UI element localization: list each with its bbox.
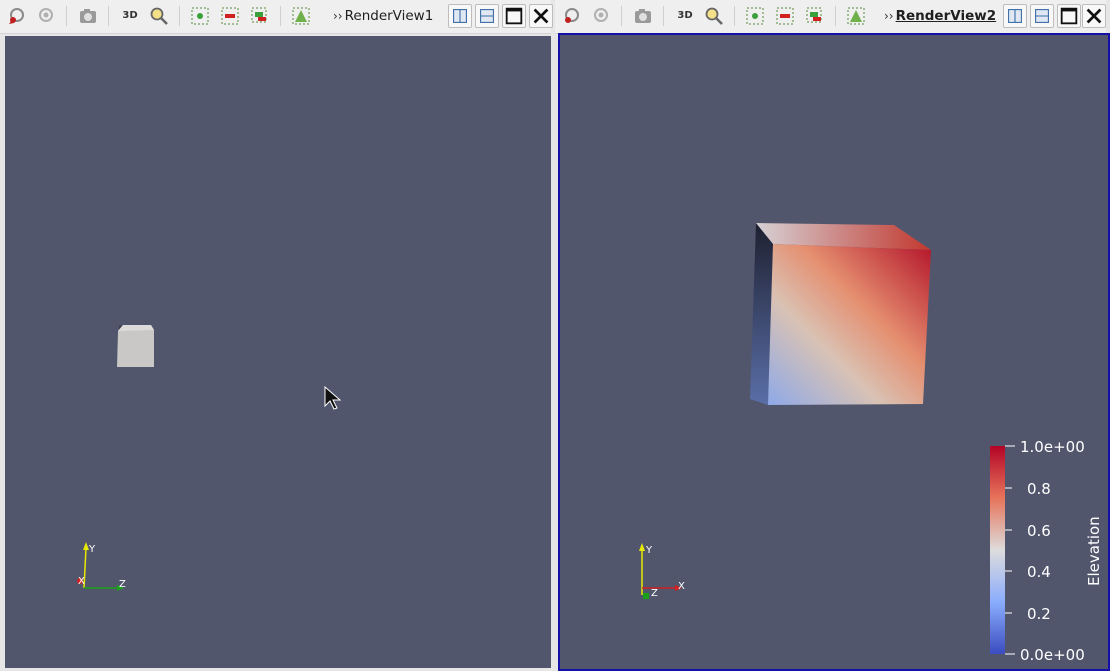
render-view-1-toolbar: 3D ›› RenderView1 — [0, 0, 553, 34]
chevron-icon: ›› — [333, 9, 343, 23]
orientation-axes: Y Z X — [639, 543, 685, 599]
split-vertical-button[interactable] — [475, 4, 499, 28]
orientation-axes: Y X Z — [77, 542, 126, 591]
toolbar-separator — [179, 6, 180, 26]
toggle-3d-button[interactable]: 3D — [673, 6, 697, 26]
capture-screenshot-icon[interactable] — [78, 6, 98, 26]
close-view-button[interactable] — [529, 4, 553, 28]
select-points-icon[interactable] — [745, 6, 765, 26]
render-view-1-canvas[interactable]: Y X Z — [5, 36, 551, 668]
colorbar-gradient — [990, 446, 1005, 654]
close-view-button[interactable] — [1082, 4, 1106, 28]
colorbar-max-label: 1.0e+00 — [1020, 438, 1085, 456]
toolbar-separator — [734, 6, 735, 26]
toolbar-separator — [621, 6, 622, 26]
select-block-icon[interactable] — [805, 6, 825, 26]
split-horizontal-button[interactable] — [448, 4, 472, 28]
axis-z-label: Z — [651, 588, 658, 599]
colorbar-tick-label: 0.4 — [1027, 563, 1051, 581]
colorbar-min-label: 0.0e+00 — [1020, 646, 1085, 664]
axis-y-label: Y — [88, 544, 96, 555]
colorbar-tick-label: 0.2 — [1027, 605, 1051, 623]
toolbar-separator — [663, 6, 664, 26]
reset-camera-closest-icon[interactable] — [36, 6, 56, 26]
zoom-to-box-icon[interactable] — [149, 6, 169, 26]
show-axes-icon[interactable] — [846, 6, 866, 26]
reset-camera-icon[interactable] — [7, 6, 27, 26]
toolbar-separator — [280, 6, 281, 26]
capture-screenshot-icon[interactable] — [633, 6, 653, 26]
axis-y-label: Y — [645, 545, 653, 556]
cube-mesh — [750, 223, 931, 405]
color-legend[interactable]: 1.0e+00 0.8 0.6 0.4 0.2 0.0e+00 Elevatio… — [990, 438, 1103, 664]
split-vertical-button[interactable] — [1030, 4, 1054, 28]
maximize-button[interactable] — [502, 4, 526, 28]
zoom-to-box-icon[interactable] — [704, 6, 724, 26]
select-cells-icon[interactable] — [220, 6, 240, 26]
view-title-label: RenderView1 — [344, 8, 434, 24]
toolbar-separator — [66, 6, 67, 26]
render-view-2-toolbar: 3D ›› RenderView2 — [555, 0, 1106, 34]
toolbar-separator — [108, 6, 109, 26]
axis-z-label: Z — [119, 579, 126, 590]
select-points-icon[interactable] — [190, 6, 210, 26]
view-title-label: RenderView2 — [895, 8, 997, 24]
colorbar-tick-label: 0.6 — [1027, 522, 1051, 540]
colorbar-tick-label: 0.8 — [1027, 480, 1051, 498]
cube-mesh — [117, 325, 154, 367]
chevron-icon: ›› — [884, 9, 894, 23]
mouse-cursor-icon — [324, 385, 342, 410]
toolbar-separator — [835, 6, 836, 26]
render-view-2-pane: 3D ›› RenderView2 Y Z X 1.0e+00 0.8 0.6 … — [555, 0, 1110, 671]
maximize-button[interactable] — [1057, 4, 1081, 28]
split-horizontal-button[interactable] — [1003, 4, 1027, 28]
select-block-icon[interactable] — [250, 6, 270, 26]
reset-camera-icon[interactable] — [562, 6, 582, 26]
render-view-1-pane: 3D ›› RenderView1 Y X Z — [0, 0, 553, 671]
axis-x-label: X — [78, 576, 85, 587]
render-view-title[interactable]: ›› RenderView2 — [884, 8, 996, 24]
toggle-3d-button[interactable]: 3D — [118, 6, 142, 26]
colorbar-title: Elevation — [1085, 516, 1103, 586]
axis-x-label: X — [678, 581, 685, 592]
render-view-2-canvas[interactable]: Y Z X 1.0e+00 0.8 0.6 0.4 0.2 0.0e+00 El… — [558, 33, 1110, 671]
reset-camera-closest-icon[interactable] — [591, 6, 611, 26]
render-view-title[interactable]: ›› RenderView1 — [333, 8, 433, 24]
select-cells-icon[interactable] — [775, 6, 795, 26]
show-axes-icon[interactable] — [291, 6, 311, 26]
